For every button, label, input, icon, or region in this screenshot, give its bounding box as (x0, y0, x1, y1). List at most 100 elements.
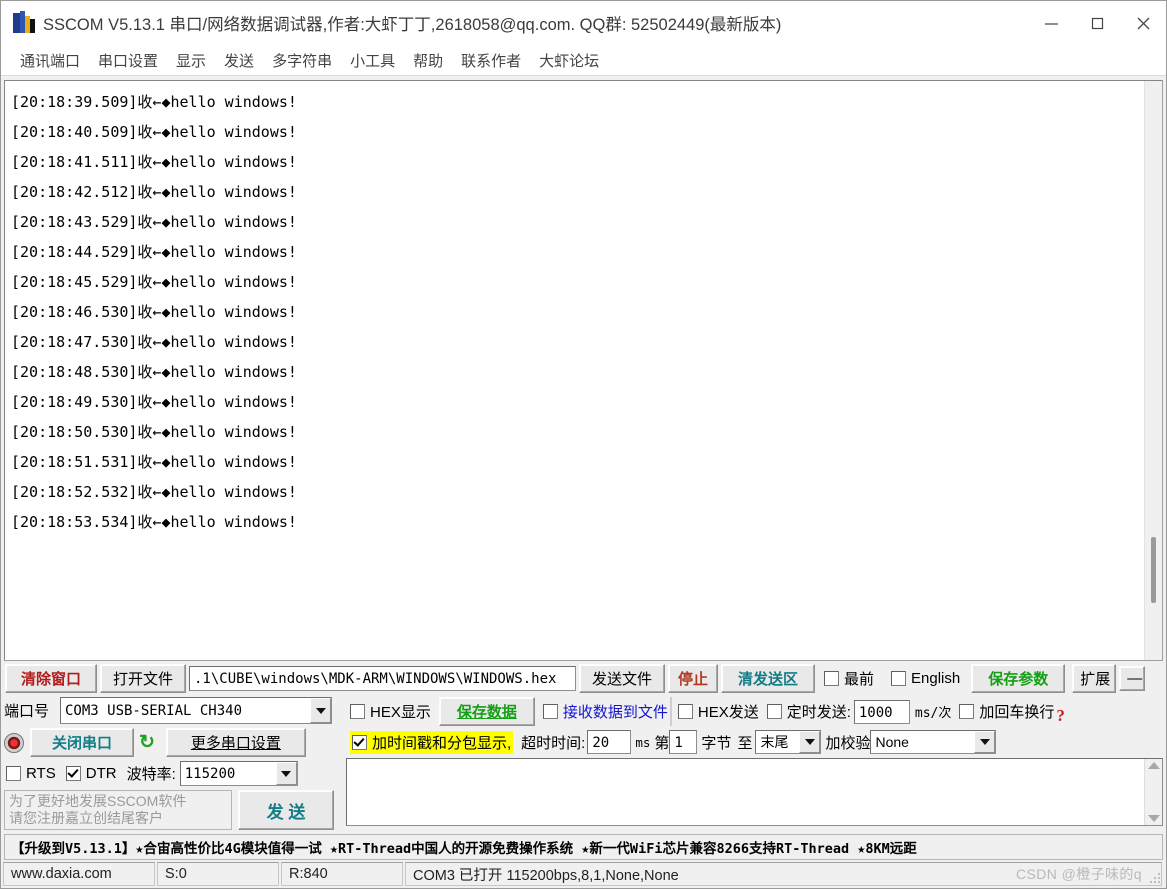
terminal-scrollbar[interactable] (1144, 81, 1162, 660)
menu-item-display[interactable]: 显示 (167, 48, 215, 73)
add-crlf-checkbox[interactable]: 加回车换行 (959, 701, 1054, 722)
terminal-line: [20:18:39.509]收←◆hello windows! (11, 93, 297, 111)
settings-area: 端口号 COM3 USB-SERIAL CH340 关闭串口 ↻ 更多串口设置 (1, 695, 1166, 832)
send-button[interactable]: 发 送 (238, 790, 334, 830)
hex-display-checkbox[interactable]: HEX显示 (350, 701, 431, 722)
menu-item-comm-port[interactable]: 通讯端口 (11, 48, 89, 73)
help-icon[interactable]: ? (1056, 706, 1065, 726)
rts-label: RTS (26, 765, 56, 782)
menu-item-help[interactable]: 帮助 (404, 48, 452, 73)
terminal-line: [20:18:43.529]收←◆hello windows! (11, 213, 297, 231)
recv-to-file-checkbox[interactable]: 接收数据到文件 (542, 701, 668, 722)
resize-grip-icon[interactable] (1148, 871, 1162, 885)
timed-send-checkbox-box[interactable] (766, 704, 782, 719)
recv-to-file-checkbox-box[interactable] (542, 704, 558, 719)
chevron-down-icon[interactable] (310, 698, 331, 723)
baud-select[interactable]: 115200 (179, 761, 298, 786)
maximize-button[interactable] (1074, 1, 1120, 45)
rts-checkbox[interactable]: RTS (6, 765, 56, 782)
recv-to-file-label: 接收数据到文件 (562, 704, 668, 721)
send-interval-input[interactable]: 1000 (853, 699, 910, 724)
minimize-button[interactable] (1028, 1, 1074, 45)
chevron-down-icon[interactable] (275, 762, 297, 785)
sscom-window: SSCOM V5.13.1 串口/网络数据调试器,作者:大虾丁丁,2618058… (0, 0, 1167, 889)
timestamp-display-checkbox-box[interactable] (352, 734, 367, 750)
watermark-text: CSDN @橙子味的q (1016, 866, 1142, 882)
chevron-down-icon[interactable] (974, 731, 996, 753)
byte-index-input[interactable]: 1 (669, 730, 698, 754)
hex-send-checkbox[interactable]: HEX发送 (677, 701, 759, 722)
timestamp-display-checkbox[interactable]: 加时间戳和分包显示, (350, 730, 514, 754)
terminal-line: [20:18:50.530]收←◆hello windows! (11, 423, 297, 441)
hex-send-checkbox-box[interactable] (677, 704, 693, 719)
terminal-line: [20:18:40.509]收←◆hello windows! (11, 123, 297, 141)
terminal-line: [20:18:53.534]收←◆hello windows! (11, 513, 297, 531)
menu-item-send[interactable]: 发送 (215, 48, 263, 73)
terminal-scroll-thumb[interactable] (1151, 537, 1156, 603)
clear-window-button[interactable]: 清除窗口 (5, 664, 97, 693)
send-file-button[interactable]: 发送文件 (579, 664, 665, 693)
menu-bar: 通讯端口 串口设置 显示 发送 多字符串 小工具 帮助 联系作者 大虾论坛 (1, 45, 1166, 76)
open-file-button[interactable]: 打开文件 (100, 664, 186, 693)
registration-note-line1: 为了更好地发展SSCOM软件 (9, 793, 187, 809)
terminal-line: [20:18:47.530]收←◆hello windows! (11, 333, 297, 351)
timeout-input[interactable]: 20 (587, 730, 632, 754)
title-bar: SSCOM V5.13.1 串口/网络数据调试器,作者:大虾丁丁,2618058… (1, 1, 1166, 45)
checksum-select[interactable]: None (870, 730, 997, 754)
file-path-input[interactable]: .1\CUBE\windows\MDK-ARM\WINDOWS\WINDOWS.… (189, 666, 576, 691)
status-received-count: R:840 (281, 862, 403, 886)
status-website[interactable]: www.daxia.com (3, 862, 155, 886)
clear-send-button[interactable]: 清发送区 (721, 664, 815, 693)
close-port-button[interactable]: 关闭串口 (30, 728, 134, 757)
byte-range-value: 末尾 (760, 734, 789, 750)
menu-item-serial-settings[interactable]: 串口设置 (89, 48, 167, 73)
flow-control-row: RTS DTR 波特率: 115200 (4, 759, 342, 788)
topmost-label: 最前 (844, 671, 875, 688)
collapse-button[interactable]: — (1119, 666, 1146, 691)
promo-banner[interactable]: 【升级到V5.13.1】★合宙高性价比4G模块值得一试 ★RT-Thread中国… (4, 834, 1163, 860)
menu-item-tools[interactable]: 小工具 (341, 48, 404, 73)
hex-display-checkbox-box[interactable] (350, 704, 365, 719)
more-serial-settings-button[interactable]: 更多串口设置 (165, 728, 306, 757)
add-crlf-checkbox-box[interactable] (959, 704, 975, 719)
send-scrollbar[interactable] (1144, 759, 1162, 825)
timed-send-checkbox[interactable]: 定时发送: (766, 701, 851, 722)
terminal-line: [20:18:52.532]收←◆hello windows! (11, 483, 297, 501)
checksum-label: 加校验 (825, 734, 871, 752)
extend-button[interactable]: 扩展 (1072, 664, 1117, 693)
terminal-output[interactable]: [20:18:39.509]收←◆hello windows! [20:18:40… (5, 81, 1144, 660)
dtr-checkbox[interactable]: DTR (65, 765, 117, 782)
port-select[interactable]: COM3 USB-SERIAL CH340 (60, 697, 332, 724)
terminal-line: [20:18:41.511]收←◆hello windows! (11, 153, 297, 171)
menu-item-multi-string[interactable]: 多字符串 (263, 48, 341, 73)
menu-item-forum[interactable]: 大虾论坛 (530, 48, 608, 73)
interval-unit-label: ms/次 (914, 706, 952, 721)
data-options-column: HEX显示 保存数据 接收数据到文件 HEX发送 定时发送: 1000 ms/次… (342, 695, 1163, 832)
chevron-down-icon[interactable] (799, 731, 821, 753)
rts-checkbox-box[interactable] (6, 766, 21, 781)
hex-display-label: HEX显示 (370, 704, 431, 721)
timeout-unit-label: ms (635, 734, 651, 750)
topmost-checkbox[interactable]: 最前 (824, 668, 874, 689)
menu-item-contact-author[interactable]: 联系作者 (452, 48, 530, 73)
scroll-up-icon[interactable] (1147, 762, 1160, 769)
dtr-checkbox-box[interactable] (65, 766, 81, 781)
add-crlf-label: 加回车换行 (979, 704, 1055, 721)
baud-label: 波特率: (126, 766, 176, 783)
english-checkbox-box[interactable] (891, 671, 907, 686)
refresh-icon[interactable]: ↻ (134, 731, 160, 754)
stop-button[interactable]: 停止 (668, 664, 718, 693)
topmost-checkbox-box[interactable] (824, 671, 839, 686)
checksum-value: None (875, 734, 909, 750)
port-select-value: COM3 USB-SERIAL CH340 (65, 702, 243, 719)
control-panel: 清除窗口 打开文件 .1\CUBE\windows\MDK-ARM\WINDOW… (1, 661, 1166, 888)
send-textarea-body[interactable] (347, 759, 1144, 825)
scroll-down-icon[interactable] (1147, 815, 1160, 822)
send-textarea[interactable] (346, 758, 1163, 826)
close-button[interactable] (1120, 1, 1166, 45)
port-settings-column: 端口号 COM3 USB-SERIAL CH340 关闭串口 ↻ 更多串口设置 (4, 695, 342, 832)
save-data-button[interactable]: 保存数据 (438, 697, 535, 726)
save-params-button[interactable]: 保存参数 (971, 664, 1066, 693)
english-checkbox[interactable]: English (891, 670, 960, 687)
byte-range-select[interactable]: 末尾 (755, 730, 822, 754)
